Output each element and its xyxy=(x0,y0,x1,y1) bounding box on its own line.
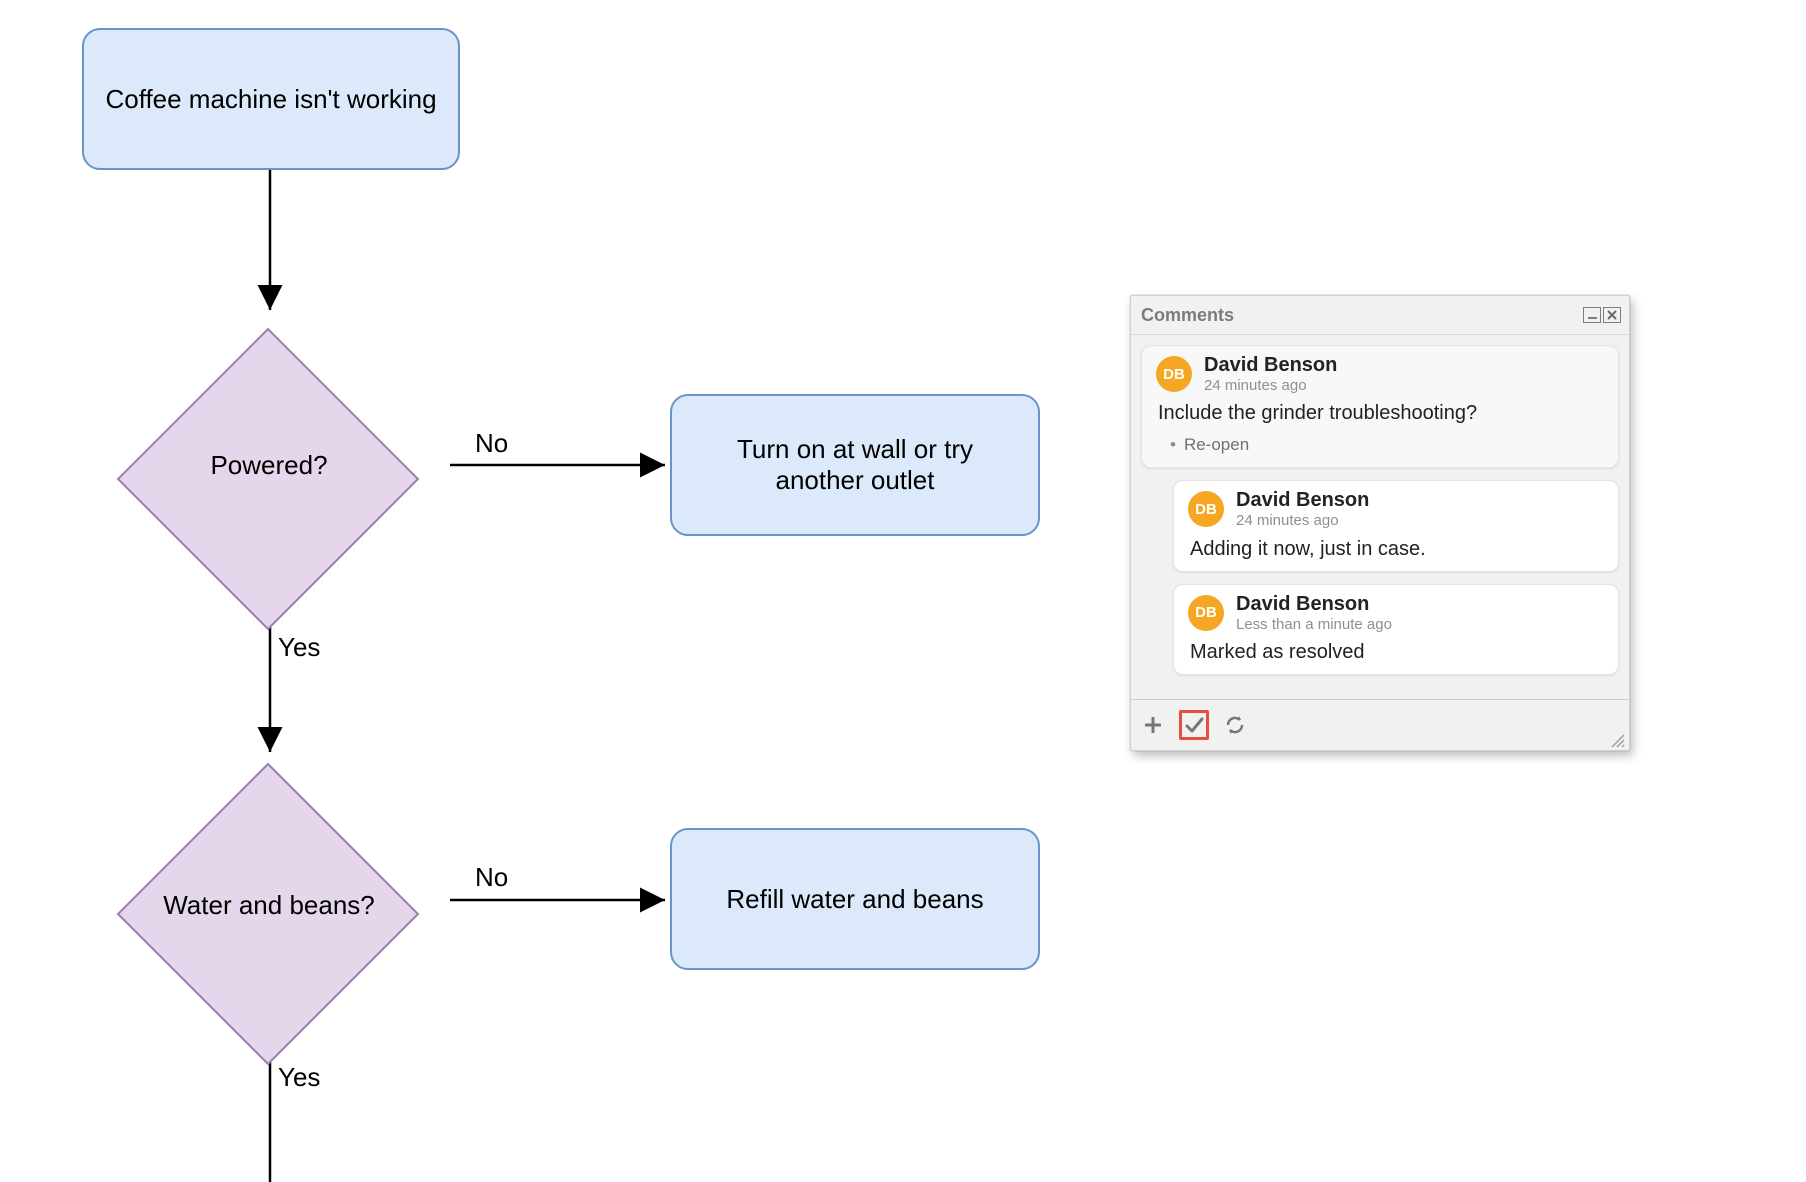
node-outlet[interactable]: Turn on at wall or try another outlet xyxy=(670,394,1040,536)
comment-time: 24 minutes ago xyxy=(1236,512,1369,529)
avatar: DB xyxy=(1156,356,1192,392)
comment-body: Adding it now, just in case. xyxy=(1174,532,1618,571)
comment-author: David Benson xyxy=(1236,593,1392,616)
node-start-label: Coffee machine isn't working xyxy=(105,84,436,115)
node-water-beans-label: Water and beans? xyxy=(163,890,375,921)
comments-header[interactable]: Comments xyxy=(1131,296,1629,335)
checkmark-icon xyxy=(1184,715,1204,735)
comment-thread[interactable]: DB David Benson 24 minutes ago Include t… xyxy=(1141,345,1619,468)
minimize-icon xyxy=(1588,317,1597,319)
node-refill-label: Refill water and beans xyxy=(726,884,983,915)
edge-water-no: No xyxy=(475,862,508,893)
node-refill[interactable]: Refill water and beans xyxy=(670,828,1040,970)
refresh-button[interactable] xyxy=(1223,713,1247,737)
edge-powered-no: No xyxy=(475,428,508,459)
comment-author: David Benson xyxy=(1236,489,1369,512)
comments-footer xyxy=(1131,699,1629,750)
comment-time: Less than a minute ago xyxy=(1236,616,1392,633)
add-comment-button[interactable] xyxy=(1141,713,1165,737)
comment-reply[interactable]: DB David Benson Less than a minute ago M… xyxy=(1173,584,1619,675)
refresh-icon xyxy=(1224,714,1246,736)
node-start[interactable]: Coffee machine isn't working xyxy=(82,28,460,170)
comment-time: 24 minutes ago xyxy=(1204,377,1337,394)
resize-grip-icon[interactable] xyxy=(1609,732,1625,748)
avatar: DB xyxy=(1188,491,1224,527)
comment-reply[interactable]: DB David Benson 24 minutes ago Adding it… xyxy=(1173,480,1619,571)
close-button[interactable] xyxy=(1603,307,1621,323)
comments-panel[interactable]: Comments DB David Benson 24 minutes ago … xyxy=(1130,295,1630,751)
node-powered[interactable]: Powered? xyxy=(88,315,450,615)
edge-powered-yes: Yes xyxy=(278,632,320,663)
comment-author: David Benson xyxy=(1204,354,1337,377)
comments-title: Comments xyxy=(1141,305,1234,326)
node-outlet-label: Turn on at wall or try another outlet xyxy=(692,434,1018,496)
comment-body: Include the grinder troubleshooting? xyxy=(1142,396,1618,435)
comments-body: DB David Benson 24 minutes ago Include t… xyxy=(1131,335,1629,699)
plus-icon xyxy=(1143,715,1163,735)
comment-body: Marked as resolved xyxy=(1174,635,1618,674)
avatar: DB xyxy=(1188,595,1224,631)
close-icon xyxy=(1607,310,1617,320)
node-water-beans[interactable]: Water and beans? xyxy=(88,755,450,1055)
edge-water-yes: Yes xyxy=(278,1062,320,1093)
minimize-button[interactable] xyxy=(1583,307,1601,323)
node-powered-label: Powered? xyxy=(210,450,327,481)
resolve-toggle-button[interactable] xyxy=(1179,710,1209,740)
reopen-action[interactable]: Re-open xyxy=(1142,435,1618,467)
